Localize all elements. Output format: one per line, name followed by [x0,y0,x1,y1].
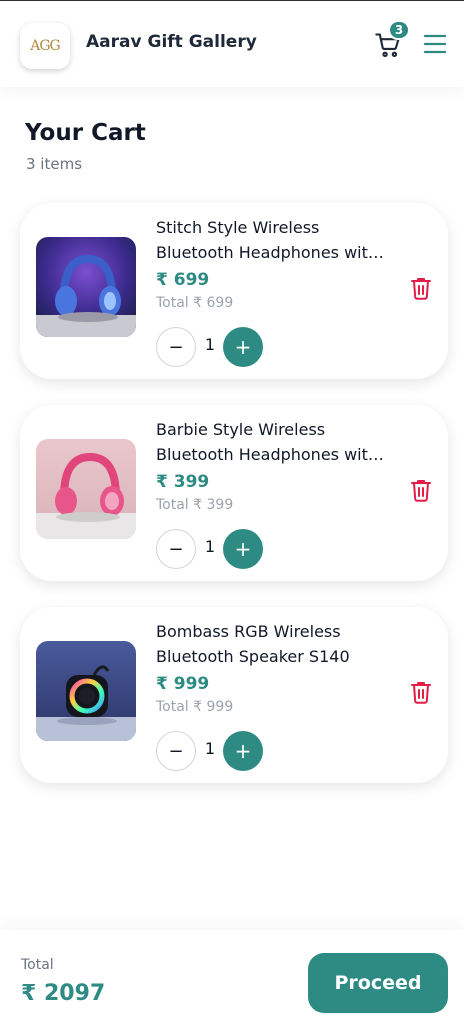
page-title: Your Cart [25,120,146,146]
logo-text: AGG [30,38,61,54]
quantity-value: 1 [204,335,216,354]
quantity-value: 1 [204,537,216,556]
decrease-quantity-button[interactable]: − [156,731,196,771]
hamburger-icon [423,34,447,54]
product-name[interactable]: Barbie Style Wireless Bluetooth Headphon… [156,417,386,467]
proceed-button[interactable]: Proceed [308,953,448,1013]
brand-name: Aarav Gift Gallery [86,32,257,52]
increase-quantity-button[interactable]: + [223,529,263,569]
product-subtotal: Total ₹ 999 [156,699,234,715]
trash-icon [411,278,431,300]
product-subtotal: Total ₹ 399 [156,497,234,513]
app-header: AGG Aarav Gift Gallery 3 [0,1,464,87]
remove-item-button[interactable] [410,276,432,300]
cart-item-card: Stitch Style Wireless Bluetooth Headphon… [20,203,448,379]
decrease-quantity-button[interactable]: − [156,327,196,367]
cart-item-card: Barbie Style Wireless Bluetooth Headphon… [20,405,448,581]
product-price: ₹ 399 [156,472,210,492]
product-image-stitch-headphones[interactable] [36,237,136,337]
product-name[interactable]: Stitch Style Wireless Bluetooth Headphon… [156,215,386,265]
remove-item-button[interactable] [410,680,432,704]
menu-button[interactable] [423,33,447,55]
product-image-rgb-speaker[interactable] [36,641,136,741]
product-subtotal: Total ₹ 699 [156,295,234,311]
trash-icon [411,480,431,502]
decrease-quantity-button[interactable]: − [156,529,196,569]
product-price: ₹ 699 [156,270,210,290]
cart-count-badge: 3 [388,20,410,40]
quantity-value: 1 [204,739,216,758]
brand-logo[interactable]: AGG [20,23,70,69]
product-image-barbie-headphones[interactable] [36,439,136,539]
product-name[interactable]: Bombass RGB Wireless Bluetooth Speaker S… [156,619,386,669]
checkout-bar: Total ₹ 2097 Proceed [0,930,464,1028]
cart-item-count: 3 items [26,155,83,173]
product-price: ₹ 999 [156,674,210,694]
total-label: Total [21,957,54,973]
remove-item-button[interactable] [410,478,432,502]
trash-icon [411,682,431,704]
increase-quantity-button[interactable]: + [223,327,263,367]
increase-quantity-button[interactable]: + [223,731,263,771]
cart-item-card: Bombass RGB Wireless Bluetooth Speaker S… [20,607,448,783]
total-amount: ₹ 2097 [21,981,106,1006]
